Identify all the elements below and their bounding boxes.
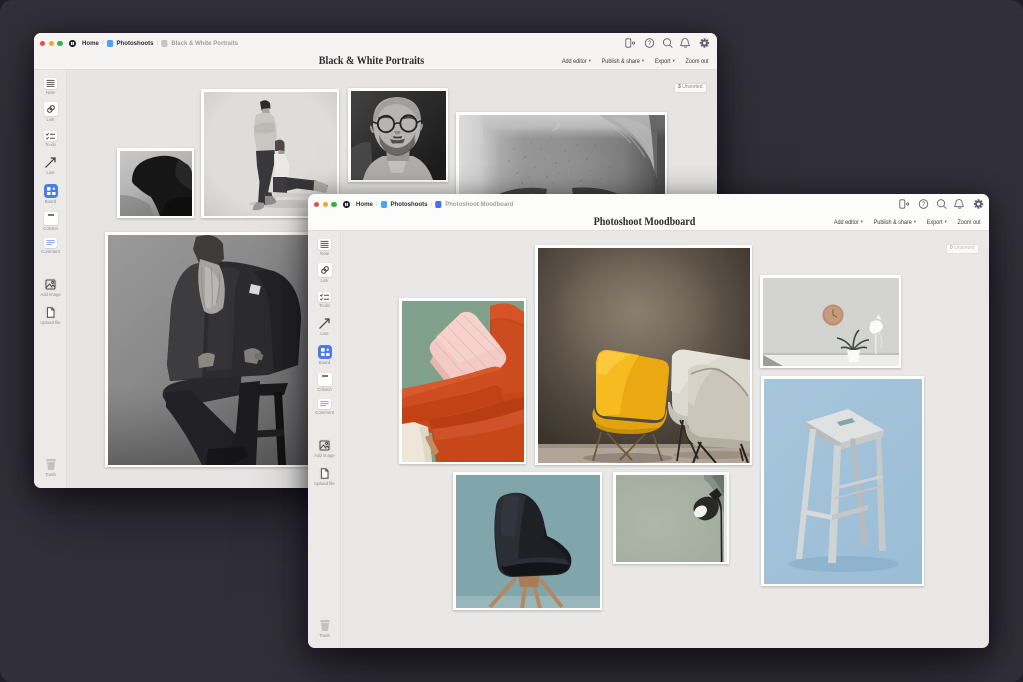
svg-text:?: ? <box>648 41 652 47</box>
svg-text:?: ? <box>922 202 926 208</box>
